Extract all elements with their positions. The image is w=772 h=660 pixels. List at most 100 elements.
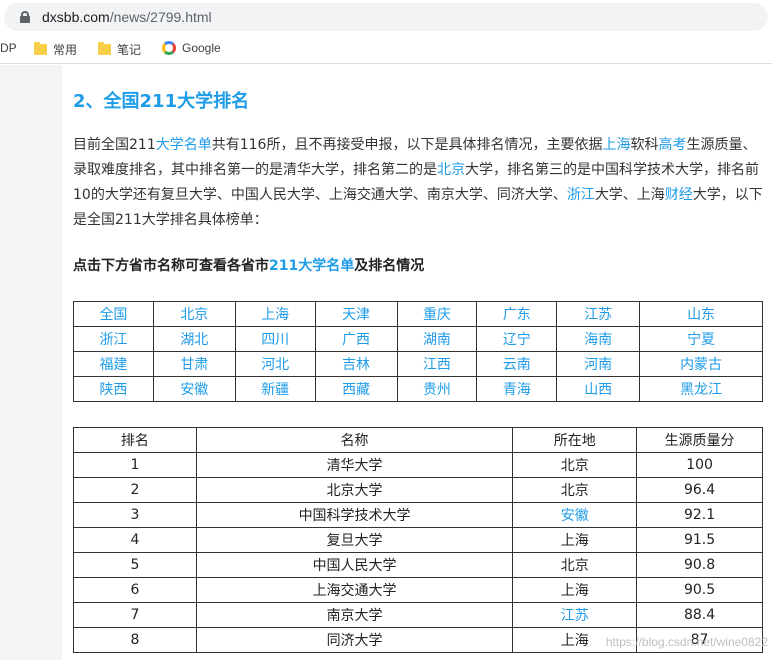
watermark: https://blog.csdn.net/wine0822 [605, 635, 768, 649]
rank-cell: 4 [73, 527, 197, 553]
bookmark-folder-biji[interactable]: 笔记 [98, 41, 141, 58]
province-cell: 青海 [476, 376, 558, 402]
province-row: 陕西 安徽 新疆 西藏 贵州 青海 山西 黑龙江 [73, 376, 763, 402]
folder-icon [34, 42, 47, 55]
province-link[interactable]: 贵州 [423, 382, 451, 398]
rank-cell: 6 [73, 577, 197, 603]
address-bar: dxsbb.com/news/2799.html [0, 0, 772, 34]
intro-paragraph: 目前全国211大学名单共有116所，且不再接受申报，以下是具体排名情况，主要依据… [73, 133, 765, 233]
rank-cell: 2 [73, 477, 197, 503]
province-link[interactable]: 江西 [423, 357, 451, 373]
province-cell: 西藏 [314, 376, 398, 402]
province-link[interactable]: 河南 [584, 357, 612, 373]
province-cell: 新疆 [234, 376, 316, 402]
province-cell: 辽宁 [476, 326, 558, 352]
province-cell: 宁夏 [639, 326, 763, 352]
header-name: 名称 [195, 427, 514, 453]
bookmark-dp[interactable]: DP [0, 41, 17, 55]
province-cell: 山西 [556, 376, 641, 402]
inline-link[interactable]: 大学名单 [156, 137, 212, 153]
bookmarks-bar: DP 常用 笔记 Google [0, 34, 772, 64]
score-cell: 91.5 [636, 527, 763, 553]
province-cell: 上海 [234, 301, 316, 327]
province-link[interactable]: 辽宁 [503, 332, 531, 348]
province-link[interactable]: 安徽 [180, 382, 208, 398]
bookmark-folder-changyong[interactable]: 常用 [34, 41, 77, 58]
province-link[interactable]: 吉林 [342, 357, 370, 373]
location-cell: 上海 [512, 527, 638, 553]
university-name-cell: 上海交通大学 [195, 577, 514, 603]
university-name-cell: 同济大学 [195, 627, 514, 653]
province-table: 全国 北京 上海 天津 重庆 广东 江苏 山东浙江 湖北 四川 广西 湖南 辽宁 海南 宁夏福建 甘肃 河北 吉林… [73, 301, 763, 402]
province-cell: 江西 [396, 351, 478, 377]
province-link[interactable]: 上海 [261, 307, 289, 323]
province-link[interactable]: 湖北 [180, 332, 208, 348]
province-link[interactable]: 北京 [180, 307, 208, 323]
ranking-table: 排名 名称 所在地 生源质量分 1 清华大学 北京 100 2 北京大学 北京 96.4 3 中国… [73, 427, 763, 653]
211-list-link[interactable]: 211大学名单 [269, 258, 354, 274]
province-cell: 天津 [314, 301, 398, 327]
inline-link[interactable]: 浙江 [567, 187, 595, 203]
province-link[interactable]: 全国 [99, 307, 127, 323]
province-link[interactable]: 陕西 [99, 382, 127, 398]
province-link[interactable]: 福建 [99, 357, 127, 373]
university-name-cell: 南京大学 [195, 602, 514, 628]
header-score: 生源质量分 [636, 427, 763, 453]
province-link[interactable]: 天津 [342, 307, 370, 323]
province-link[interactable]: 重庆 [423, 307, 451, 323]
province-link[interactable]: 云南 [503, 357, 531, 373]
location-cell: 上海 [512, 577, 638, 603]
location-cell[interactable]: 江苏 [512, 602, 638, 628]
province-cell: 山东 [639, 301, 763, 327]
header-rank: 排名 [73, 427, 197, 453]
table-row: 2 北京大学 北京 96.4 [73, 477, 763, 503]
province-link[interactable]: 海南 [584, 332, 612, 348]
province-link[interactable]: 广东 [503, 307, 531, 323]
province-cell: 北京 [152, 301, 236, 327]
inline-link[interactable]: 北京 [437, 162, 465, 178]
province-cell: 河南 [556, 351, 641, 377]
bookmark-label: Google [182, 41, 221, 55]
province-link[interactable]: 西藏 [342, 382, 370, 398]
province-cell: 湖北 [152, 326, 236, 352]
province-link[interactable]: 山东 [687, 307, 715, 323]
bookmark-google[interactable]: Google [162, 41, 221, 55]
inline-link[interactable]: 财经 [665, 187, 693, 203]
table-row: 4 复旦大学 上海 91.5 [73, 527, 763, 553]
inline-link[interactable]: 高考 [658, 137, 686, 153]
inline-link[interactable]: 上海 [602, 137, 630, 153]
province-link[interactable]: 宁夏 [687, 332, 715, 348]
province-link[interactable]: 甘肃 [180, 357, 208, 373]
rank-cell: 7 [73, 602, 197, 628]
province-cell: 江苏 [556, 301, 641, 327]
page: 2、全国211大学排名 目前全国211大学名单共有116所，且不再接受申报，以下… [0, 65, 772, 660]
province-link[interactable]: 湖南 [423, 332, 451, 348]
province-link[interactable]: 河北 [261, 357, 289, 373]
province-link[interactable]: 江苏 [584, 307, 612, 323]
province-link[interactable]: 四川 [261, 332, 289, 348]
url-field[interactable]: dxsbb.com/news/2799.html [4, 3, 768, 31]
lock-icon[interactable] [20, 11, 30, 23]
province-cell: 浙江 [73, 326, 154, 352]
score-cell: 90.8 [636, 552, 763, 578]
province-link[interactable]: 广西 [342, 332, 370, 348]
location-cell[interactable]: 安徽 [512, 502, 638, 528]
province-link[interactable]: 内蒙古 [680, 357, 722, 373]
province-link[interactable]: 新疆 [261, 382, 289, 398]
province-row: 福建 甘肃 河北 吉林 江西 云南 河南 内蒙古 [73, 351, 763, 377]
province-cell: 内蒙古 [639, 351, 763, 377]
province-link[interactable]: 青海 [503, 382, 531, 398]
table-row: 3 中国科学技术大学 安徽 92.1 [73, 502, 763, 528]
bookmark-label: DP [0, 41, 17, 55]
province-row: 浙江 湖北 四川 广西 湖南 辽宁 海南 宁夏 [73, 326, 763, 352]
url-text[interactable]: dxsbb.com/news/2799.html [42, 9, 212, 25]
province-link[interactable]: 浙江 [99, 332, 127, 348]
province-link[interactable]: 黑龙江 [680, 382, 722, 398]
folder-icon [98, 42, 111, 55]
university-name-cell: 北京大学 [195, 477, 514, 503]
university-name-cell: 中国人民大学 [195, 552, 514, 578]
province-cell: 湖南 [396, 326, 478, 352]
table-row: 5 中国人民大学 北京 90.8 [73, 552, 763, 578]
province-cell: 贵州 [396, 376, 478, 402]
province-link[interactable]: 山西 [584, 382, 612, 398]
